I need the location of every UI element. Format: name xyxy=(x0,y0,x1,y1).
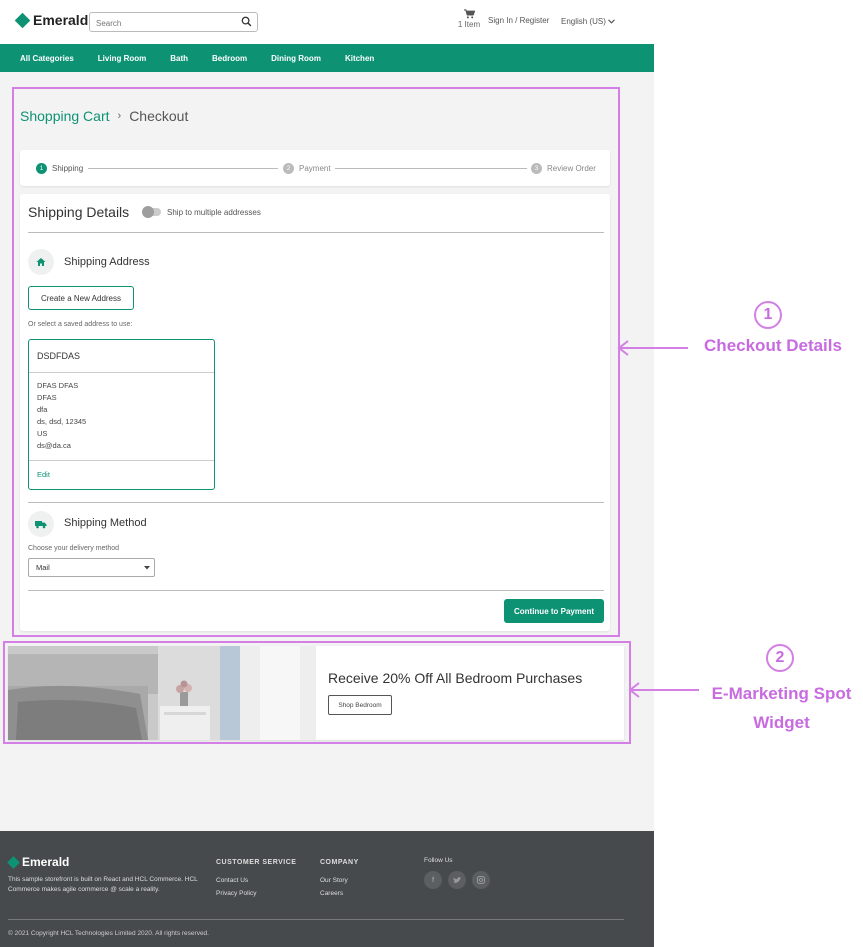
nav-item-kitchen[interactable]: Kitchen xyxy=(345,54,374,63)
annotation-arrow-left-icon xyxy=(617,340,688,356)
privacy-policy-link[interactable]: Privacy Policy xyxy=(216,890,256,897)
twitter-bird-icon xyxy=(453,876,461,883)
nav-item-all-categories[interactable]: All Categories xyxy=(20,54,74,63)
footer: Emerald This sample storefront is built … xyxy=(0,831,654,947)
search-input[interactable] xyxy=(90,14,230,33)
our-story-link[interactable]: Our Story xyxy=(320,877,348,884)
annotation-label-emarketing-spot: E-Marketing Spot Widget xyxy=(711,684,852,732)
language-selector[interactable]: English (US) xyxy=(561,17,615,26)
annotation-arrow-left-icon xyxy=(628,682,699,698)
facebook-icon[interactable]: f xyxy=(424,871,442,889)
header: Emerald 1 Item Sign In / Register Englis… xyxy=(0,0,654,44)
instagram-glyph-icon xyxy=(477,876,485,884)
footer-description: This sample storefront is built on React… xyxy=(8,876,198,893)
cart-count: 1 Item xyxy=(457,20,481,29)
page: Emerald 1 Item Sign In / Register Englis… xyxy=(0,0,863,947)
careers-link[interactable]: Careers xyxy=(320,890,343,897)
emerald-logo-icon xyxy=(7,855,20,869)
annotation-number-2: 2 xyxy=(766,644,794,672)
company-heading: COMPANY xyxy=(320,859,359,866)
annotation-box-emarketing-spot xyxy=(3,641,631,744)
footer-brand-logo[interactable]: Emerald xyxy=(7,855,70,869)
contact-us-link[interactable]: Contact Us xyxy=(216,877,248,884)
nav-item-living-room[interactable]: Living Room xyxy=(98,54,146,63)
annotation-label-checkout-details: Checkout Details xyxy=(704,336,842,355)
nav-item-dining-room[interactable]: Dining Room xyxy=(271,54,321,63)
annotation-number-1: 1 xyxy=(754,301,782,329)
customer-service-heading: CUSTOMER SERVICE xyxy=(216,859,297,866)
cart-button[interactable]: 1 Item xyxy=(455,9,483,29)
search-icon[interactable] xyxy=(241,16,252,27)
footer-divider xyxy=(8,919,624,920)
chevron-down-icon xyxy=(608,19,615,24)
instagram-icon[interactable] xyxy=(472,871,490,889)
annotation-box-checkout-details xyxy=(12,87,620,637)
shopping-cart-icon xyxy=(463,9,475,19)
twitter-icon[interactable] xyxy=(448,871,466,889)
footer-brand-name: Emerald xyxy=(22,855,70,869)
emerald-logo-icon xyxy=(14,12,31,28)
search-box xyxy=(89,12,258,33)
nav-item-bedroom[interactable]: Bedroom xyxy=(212,54,247,63)
nav-item-bath[interactable]: Bath xyxy=(170,54,188,63)
copyright-text: © 2021 Copyright HCL Technologies Limite… xyxy=(8,930,209,937)
category-nav: All Categories Living Room Bath Bedroom … xyxy=(0,44,654,72)
sign-in-link[interactable]: Sign In / Register xyxy=(488,16,549,25)
follow-us-label: Follow Us xyxy=(424,857,453,864)
language-label: English (US) xyxy=(561,17,606,26)
brand-logo[interactable]: Emerald xyxy=(14,12,89,28)
brand-name: Emerald xyxy=(33,12,89,28)
